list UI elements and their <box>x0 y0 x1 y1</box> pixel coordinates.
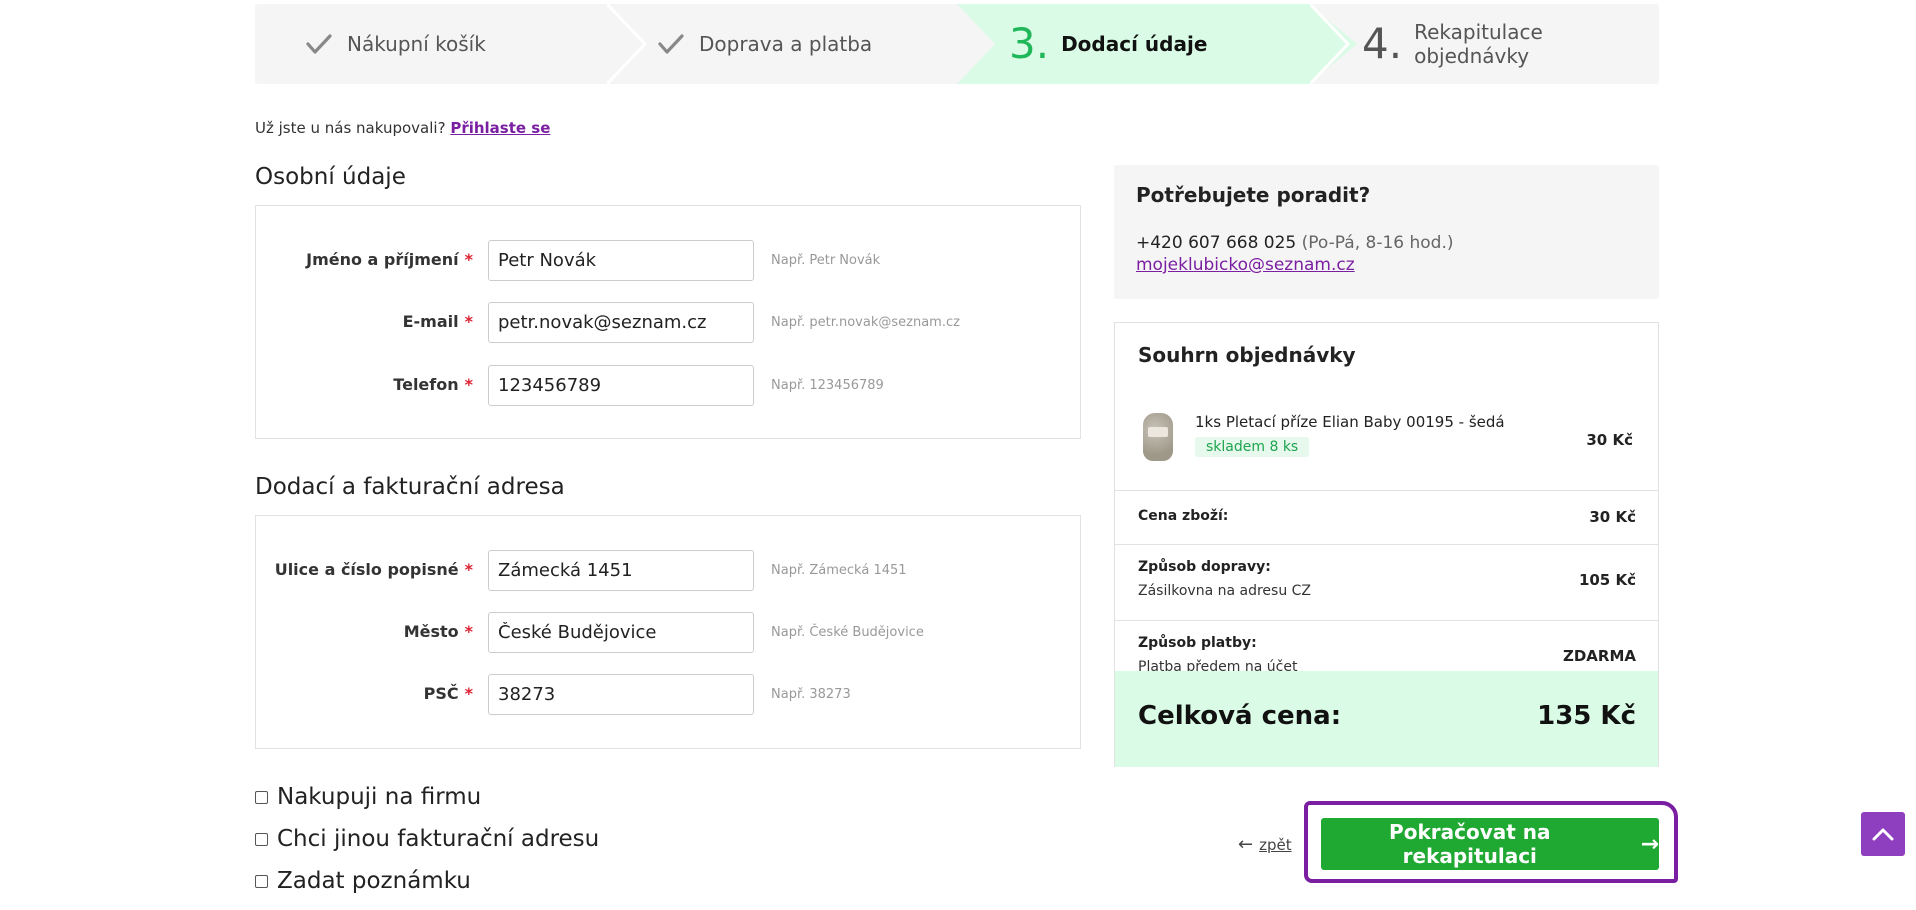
goods-label: Cena zboží: <box>1138 508 1229 524</box>
checkout-stepper: Nákupní košík Doprava a platba 3. Dodací… <box>255 4 1659 84</box>
step-recap: 4. Rekapitulace objednávky <box>1362 4 1659 84</box>
summary-payment-row: Způsob platby: Platba předem na účet ZDA… <box>1115 621 1658 675</box>
yarn-thumbnail[interactable] <box>1143 413 1173 461</box>
stock-badge: skladem 8 ks <box>1195 437 1310 457</box>
step-label: Rekapitulace objednávky <box>1414 20 1543 68</box>
form-row-city: Město* Např. České Budějovice <box>256 612 1080 654</box>
payment-label: Způsob platby: <box>1138 635 1257 651</box>
field-label: Ulice a číslo popisné * <box>274 560 473 579</box>
help-hours: (Po-Pá, 8-16 hod.) <box>1301 233 1454 253</box>
step-separator <box>607 4 648 84</box>
step-number: 4. <box>1362 19 1403 68</box>
summary-goods-row: Cena zboží: 30 Kč <box>1115 491 1658 545</box>
name-input[interactable] <box>488 240 754 281</box>
checkbox-label: Zadat poznámku <box>277 868 471 894</box>
help-phone[interactable]: +420 607 668 025 <box>1136 233 1296 253</box>
shipping-label: Způsob dopravy: <box>1138 559 1271 575</box>
step-separator <box>1310 4 1351 84</box>
step-label: Doprava a platba <box>699 32 873 56</box>
field-label: Jméno a příjmení * <box>306 250 473 269</box>
field-hint: Např. 123456789 <box>771 378 884 393</box>
checkbox[interactable] <box>255 832 268 846</box>
total-value: 135 Kč <box>1537 701 1636 731</box>
arrow-right-icon: → <box>1640 831 1659 857</box>
company-purchase-checkbox[interactable]: Nakupuji na firmu <box>255 784 481 810</box>
summary-total: Celková cena: 135 Kč <box>1115 671 1658 767</box>
order-summary: Souhrn objednávky 1ks Pletací příze Elia… <box>1114 322 1659 767</box>
field-hint: Např. Petr Novák <box>771 253 881 268</box>
step-number: 3. <box>1009 19 1050 68</box>
field-hint: Např. České Budějovice <box>771 625 924 640</box>
field-hint: Např. 38273 <box>771 687 851 702</box>
field-label: Město * <box>403 622 473 641</box>
field-label: Telefon * <box>393 375 473 394</box>
form-row-street: Ulice a číslo popisné* Např. Zámecká 145… <box>256 550 1080 592</box>
login-link[interactable]: Přihlaste se <box>450 119 550 137</box>
payment-value: ZDARMA <box>1562 647 1636 665</box>
form-row-zip: PSČ* Např. 38273 <box>256 674 1080 716</box>
form-row-name: Jméno a příjmení* Např. Petr Novák <box>256 240 1080 282</box>
summary-item: 1ks Pletací příze Elian Baby 00195 - šed… <box>1115 401 1658 491</box>
scroll-to-top-button[interactable] <box>1861 812 1905 856</box>
different-billing-checkbox[interactable]: Chci jinou fakturační adresu <box>255 826 599 852</box>
step-shipping-payment[interactable]: Doprava a platba <box>657 4 872 84</box>
zip-input[interactable] <box>488 674 754 715</box>
back-link[interactable]: ← zpět <box>1238 834 1292 855</box>
personal-section-title: Osobní údaje <box>255 164 406 190</box>
shipping-method: Zásilkovna na adresu CZ <box>1138 583 1312 599</box>
item-price: 30 Kč <box>1586 431 1633 449</box>
personal-panel: Jméno a příjmení* Např. Petr Novák E-mai… <box>255 205 1081 439</box>
city-input[interactable] <box>488 612 754 653</box>
help-email-link[interactable]: mojeklubicko@seznam.cz <box>1136 255 1355 275</box>
arrow-left-icon: ← <box>1238 834 1254 855</box>
check-icon <box>657 32 685 56</box>
form-row-email: E-mail* Např. petr.novak@seznam.cz <box>256 302 1080 344</box>
back-label: zpět <box>1259 835 1292 854</box>
check-icon <box>305 32 333 56</box>
email-input[interactable] <box>488 302 754 343</box>
step-cart[interactable]: Nákupní košík <box>305 4 486 84</box>
field-label: PSČ * <box>423 684 473 703</box>
chevron-up-icon <box>1872 828 1894 841</box>
address-panel: Ulice a číslo popisné* Např. Zámecká 145… <box>255 515 1081 749</box>
checkbox-label: Chci jinou fakturační adresu <box>277 826 600 852</box>
checkbox[interactable] <box>255 790 268 804</box>
checkbox-label: Nakupuji na firmu <box>277 784 482 810</box>
form-row-phone: Telefon* Např. 123456789 <box>256 365 1080 407</box>
summary-title: Souhrn objednávky <box>1138 343 1356 367</box>
total-label: Celková cena: <box>1138 701 1342 731</box>
street-input[interactable] <box>488 550 754 591</box>
add-note-checkbox[interactable]: Zadat poznámku <box>255 868 471 894</box>
checkbox[interactable] <box>255 874 268 888</box>
login-hint: Už jste u nás nakupovali? Přihlaste se <box>255 119 550 137</box>
phone-input[interactable] <box>488 365 754 406</box>
field-hint: Např. petr.novak@seznam.cz <box>771 315 960 330</box>
step-label: Dodací údaje <box>1061 32 1208 56</box>
help-phone-line: +420 607 668 025 (Po-Pá, 8-16 hod.) <box>1136 233 1637 253</box>
continue-label: Pokračovat na rekapitulaci <box>1389 820 1551 868</box>
help-box: Potřebujete poradit? +420 607 668 025 (P… <box>1114 165 1659 299</box>
address-section-title: Dodací a fakturační adresa <box>255 474 565 500</box>
goods-value: 30 Kč <box>1589 508 1636 526</box>
summary-shipping-row: Způsob dopravy: Zásilkovna na adresu CZ … <box>1115 545 1658 621</box>
item-name[interactable]: 1ks Pletací příze Elian Baby 00195 - šed… <box>1195 413 1505 431</box>
step-label: Nákupní košík <box>347 32 486 56</box>
help-title: Potřebujete poradit? <box>1136 183 1371 207</box>
continue-to-recap-button[interactable]: Pokračovat na rekapitulaci → <box>1321 818 1659 870</box>
field-label: E-mail * <box>402 312 473 331</box>
shipping-value: 105 Kč <box>1578 571 1636 589</box>
login-question: Už jste u nás nakupovali? <box>255 119 446 137</box>
field-hint: Např. Zámecká 1451 <box>771 563 907 578</box>
step-delivery-details: 3. Dodací údaje <box>1009 4 1207 84</box>
